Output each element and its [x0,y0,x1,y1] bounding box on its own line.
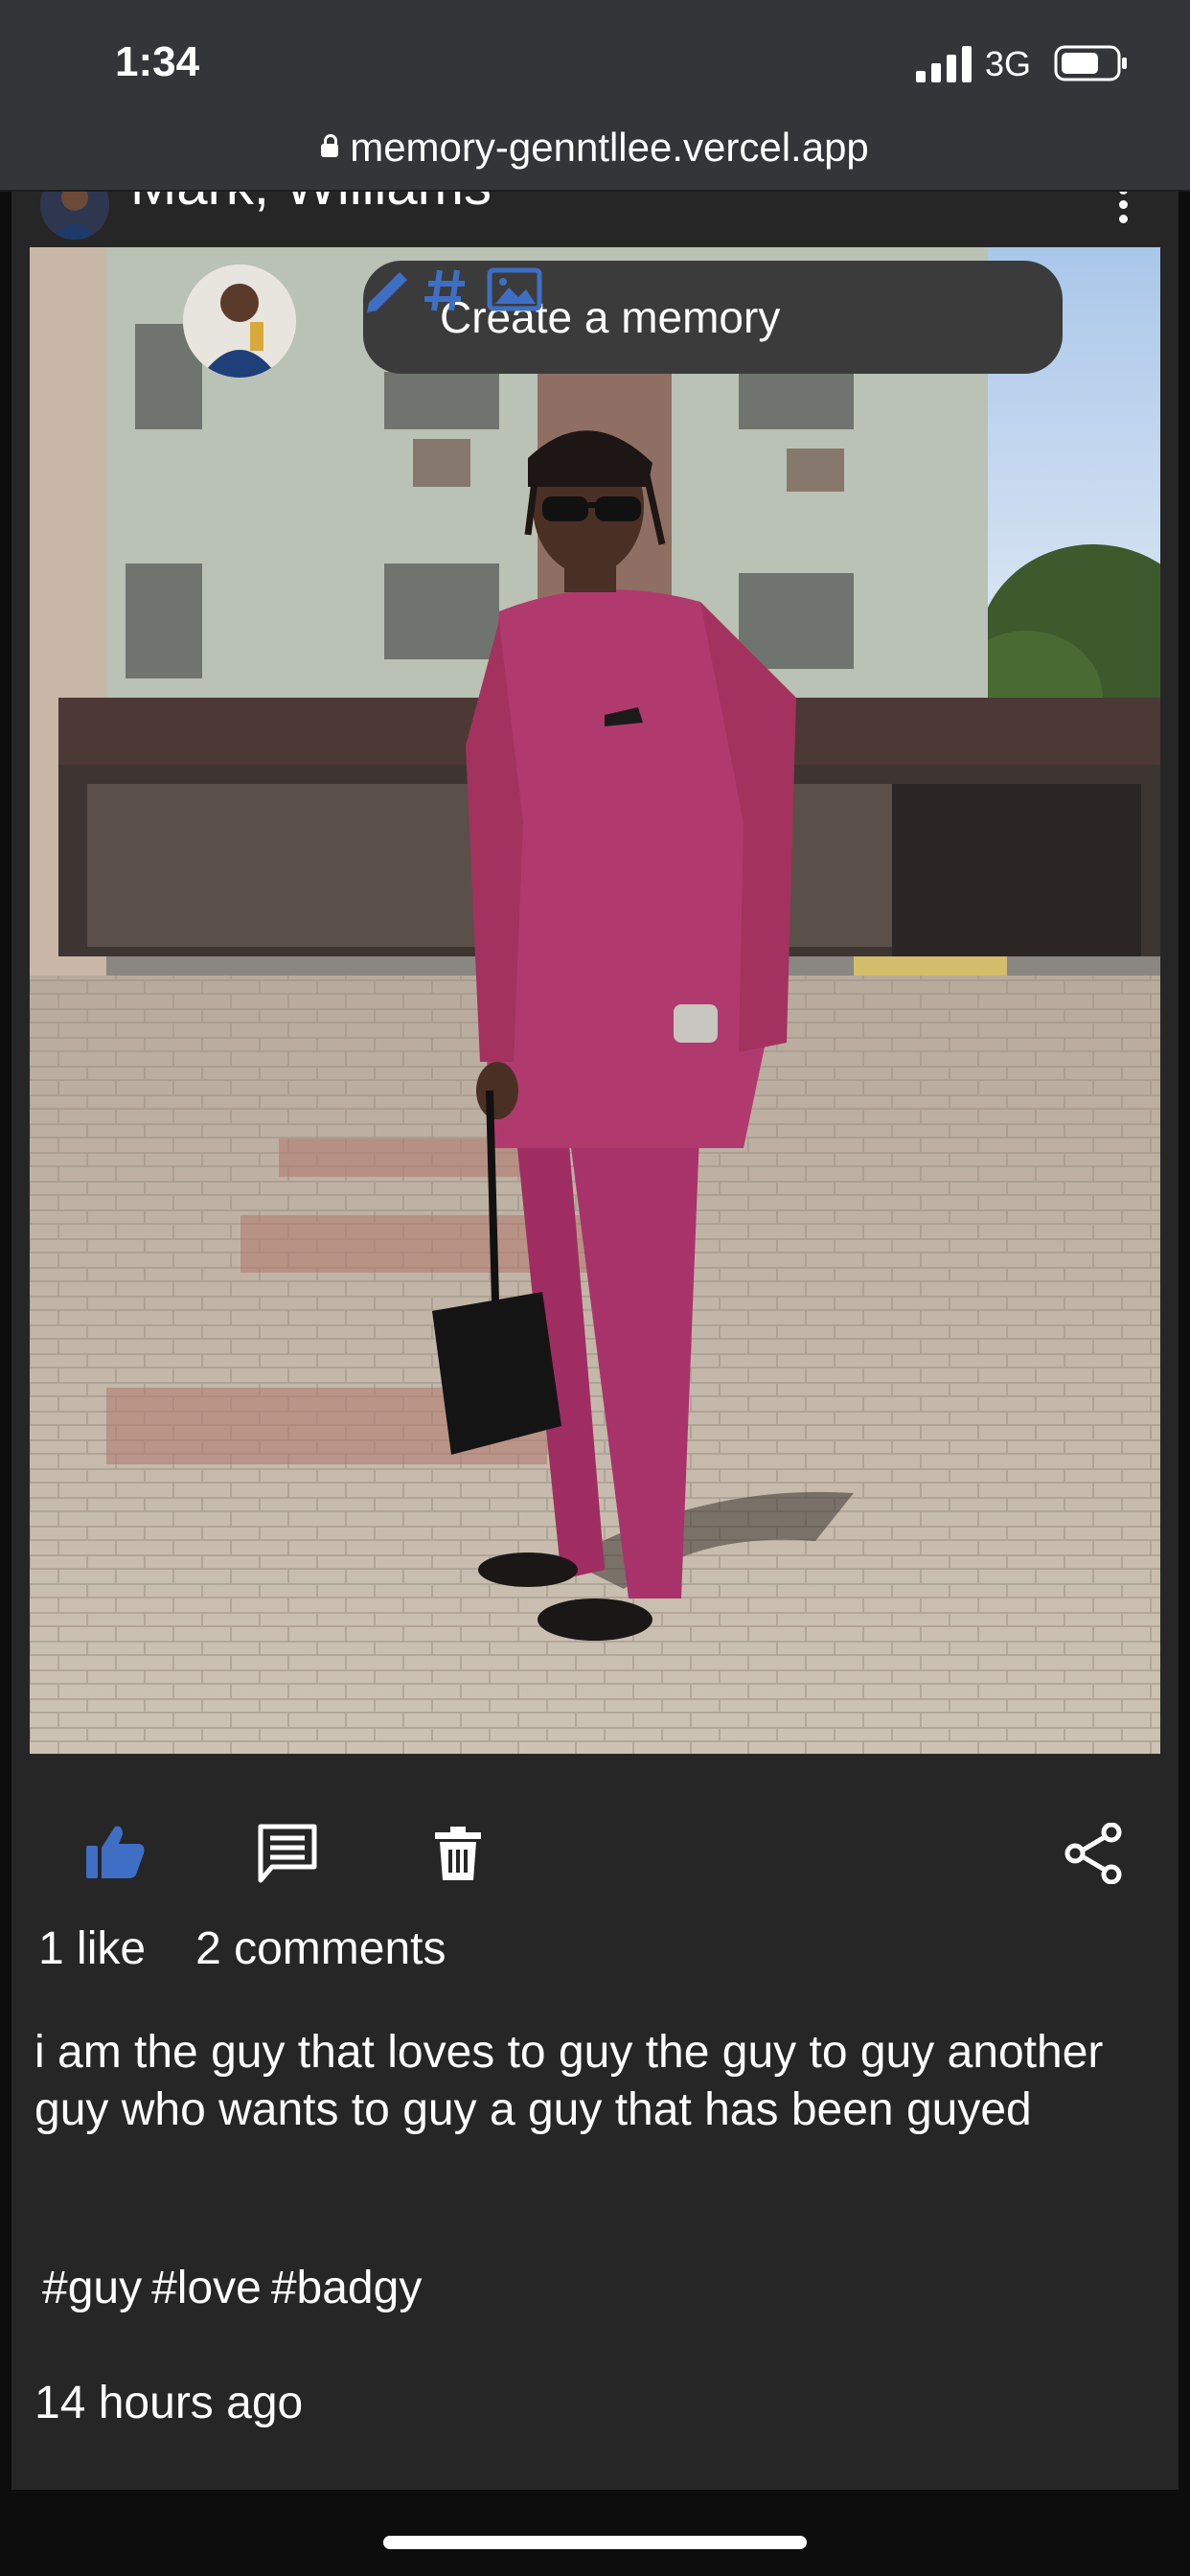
battery-icon [1054,45,1127,81]
likes-count[interactable]: 1 like [38,1923,146,1974]
create-memory-button[interactable]: Create a memory [363,261,1063,374]
post-tags: #guy #love #badgy [42,2262,431,2314]
image-icon [487,267,542,311]
comments-count[interactable]: 2 comments [195,1923,446,1974]
post-card: Mark, Williams [11,154,1179,2490]
trash-icon[interactable] [433,1825,483,1882]
lock-icon [321,134,339,157]
tag-item[interactable]: #love [151,2263,262,2313]
thumbs-up-icon[interactable] [84,1823,146,1880]
comment-icon[interactable] [257,1823,318,1884]
tag-item[interactable]: #guy [42,2263,142,2313]
post-timestamp: 14 hours ago [34,2378,304,2428]
status-time: 1:34 [115,38,200,85]
hashtag-icon [424,269,465,311]
more-options-icon[interactable] [1113,186,1133,228]
signal-icon [916,46,972,82]
pencil-icon [367,272,407,312]
status-bar: 1:34 3G [0,0,1190,129]
post-image: Create a memory [30,247,1160,1754]
floating-avatar[interactable] [183,264,296,378]
network-type: 3G [985,44,1032,83]
share-icon[interactable] [1064,1823,1123,1884]
home-indicator [383,2536,807,2549]
url-text: memory-genntllee.vercel.app [350,125,869,170]
tag-item[interactable]: #badgy [271,2263,422,2313]
post-caption: i am the guy that loves to guy the guy t… [34,2027,1104,2135]
post-stats: 1 like 2 comments [38,1922,495,1975]
